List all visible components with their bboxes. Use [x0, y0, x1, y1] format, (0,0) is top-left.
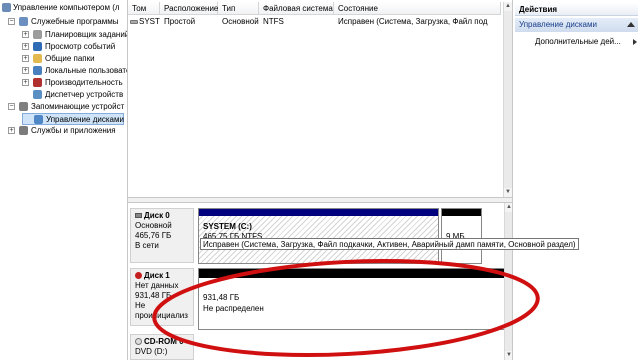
disk-icon: [135, 213, 142, 219]
disk-1-title-text: Диск 1: [144, 271, 170, 280]
performance-icon: [33, 78, 42, 87]
volume-system-c-name: SYSTEM (C:): [203, 222, 252, 231]
unallocated-label: Не распределен: [203, 304, 264, 313]
disk-0-title: Диск 0: [135, 211, 189, 221]
unknown-partition-bar: [442, 209, 481, 216]
column-header-filesystem[interactable]: Файловая система: [259, 2, 334, 15]
unallocated-space[interactable]: 931,48 ГБ Не распределен: [198, 268, 510, 330]
main-panel: Том Расположение Тип Файловая система Со…: [128, 0, 513, 360]
collapse-icon[interactable]: −: [8, 103, 15, 110]
partition-small[interactable]: 9 МБ: [441, 208, 482, 264]
clock-icon: [33, 30, 42, 39]
unallocated-bar: [199, 269, 509, 278]
tree-item-label: Просмотр событий: [45, 42, 116, 51]
tools-icon: [19, 17, 28, 26]
volume-list-scrollbar[interactable]: ▲ ▼: [503, 2, 512, 197]
cdrom-icon: [135, 338, 142, 346]
scroll-up-icon[interactable]: ▲: [504, 2, 512, 11]
tree-item-label: Служебные программы: [31, 17, 119, 26]
more-actions-item[interactable]: Дополнительные дей...: [535, 36, 637, 48]
volume-status-cell: Исправен (Система, Загрузка, Файл под: [338, 17, 488, 26]
disk-view-scrollbar[interactable]: ▲ ▼: [504, 203, 512, 360]
unallocated-size: 931,48 ГБ: [203, 293, 240, 302]
drive-icon: [130, 19, 138, 24]
disk-0-size: 465,76 ГБ: [135, 231, 172, 240]
disk-0-info[interactable]: Диск 0 Основной 465,76 ГБ В сети: [130, 208, 194, 263]
disk-warning-icon: [135, 272, 142, 280]
expand-icon[interactable]: +: [22, 43, 29, 50]
tree-item-label: Планировщик заданий: [45, 30, 128, 39]
expand-icon[interactable]: +: [22, 31, 29, 38]
submenu-arrow-icon: [633, 39, 637, 45]
services-icon: [19, 126, 28, 135]
disk-management-icon: [34, 115, 43, 124]
computer-management-icon: [2, 3, 11, 12]
tree-root[interactable]: Управление компьютером (л: [2, 2, 126, 14]
column-header-status[interactable]: Состояние: [334, 2, 501, 15]
cdrom-0-title-text: CD-ROM 0: [144, 337, 184, 346]
volume-name: SYSTEM (C:): [139, 17, 160, 26]
volume-type-cell: Основной: [222, 17, 259, 26]
device-manager-icon: [33, 90, 42, 99]
tree-item-label: Запоминающие устройст: [31, 102, 125, 111]
collapse-icon[interactable]: −: [8, 18, 15, 25]
disk-1-info[interactable]: Диск 1 Нет данных 931,48 ГБ Не проинициа…: [130, 268, 194, 326]
volume-status-tooltip: Исправен (Система, Загрузка, Файл подкач…: [200, 238, 579, 250]
tree-item-label: Производительность: [45, 78, 123, 87]
collapse-icon[interactable]: [627, 22, 635, 27]
disk-1-state: Не проинициализ: [135, 301, 188, 320]
volume-name-cell: SYSTEM (C:): [128, 16, 160, 28]
volume-fs-cell: NTFS: [263, 17, 284, 26]
actions-section-label: Управление дисками: [519, 20, 597, 29]
tree-item-label: Локальные пользовате: [45, 66, 128, 75]
storage-icon: [19, 102, 28, 111]
users-icon: [33, 66, 42, 75]
primary-partition-bar: [199, 209, 438, 216]
expand-icon[interactable]: +: [8, 127, 15, 134]
column-header-layout[interactable]: Расположение: [160, 2, 218, 15]
cdrom-0-title: CD-ROM 0: [135, 337, 189, 347]
disk-1-kind: Нет данных: [135, 281, 179, 290]
scroll-down-icon[interactable]: ▼: [504, 188, 512, 197]
event-viewer-icon: [33, 42, 42, 51]
console-tree: Управление компьютером (л − Служебные про…: [0, 0, 128, 360]
disk-1-title: Диск 1: [135, 271, 189, 281]
expand-icon[interactable]: +: [22, 79, 29, 86]
tree-item-label: Общие папки: [45, 54, 95, 63]
disk-graphical-view: Диск 0 Основной 465,76 ГБ В сети SYSTEM …: [128, 203, 512, 360]
column-header-volume[interactable]: Том: [128, 2, 160, 15]
actions-pane: Действия Управление дисками Дополнительн…: [513, 0, 640, 360]
column-header-type[interactable]: Тип: [218, 2, 259, 15]
expand-icon[interactable]: +: [22, 67, 29, 74]
disk-0-state: В сети: [135, 241, 159, 250]
disk-1-size: 931,48 ГБ: [135, 291, 172, 300]
disk-0-title-text: Диск 0: [144, 211, 170, 220]
cdrom-0-info[interactable]: CD-ROM 0 DVD (D:): [130, 334, 194, 360]
cdrom-0-kind: DVD (D:): [135, 347, 168, 356]
shared-folder-icon: [33, 54, 42, 63]
expand-icon[interactable]: +: [22, 55, 29, 62]
tree-item-label: Диспетчер устройств: [45, 90, 124, 99]
actions-header: Действия: [515, 3, 638, 16]
volume-layout-cell: Простой: [164, 17, 196, 26]
scroll-down-icon[interactable]: ▼: [505, 351, 512, 360]
actions-section-disk-management[interactable]: Управление дисками: [515, 18, 638, 32]
volume-system-c[interactable]: SYSTEM (C:) 465,75 ГБ NTFS: [198, 208, 439, 264]
tree-root-label: Управление компьютером (л: [13, 3, 120, 12]
tree-item-label: Службы и приложения: [31, 126, 116, 135]
disk-0-kind: Основной: [135, 221, 172, 230]
scroll-up-icon[interactable]: ▲: [505, 203, 512, 212]
more-actions-label: Дополнительные дей...: [535, 37, 621, 46]
tree-item-8[interactable]: Управление дисками: [22, 113, 124, 125]
